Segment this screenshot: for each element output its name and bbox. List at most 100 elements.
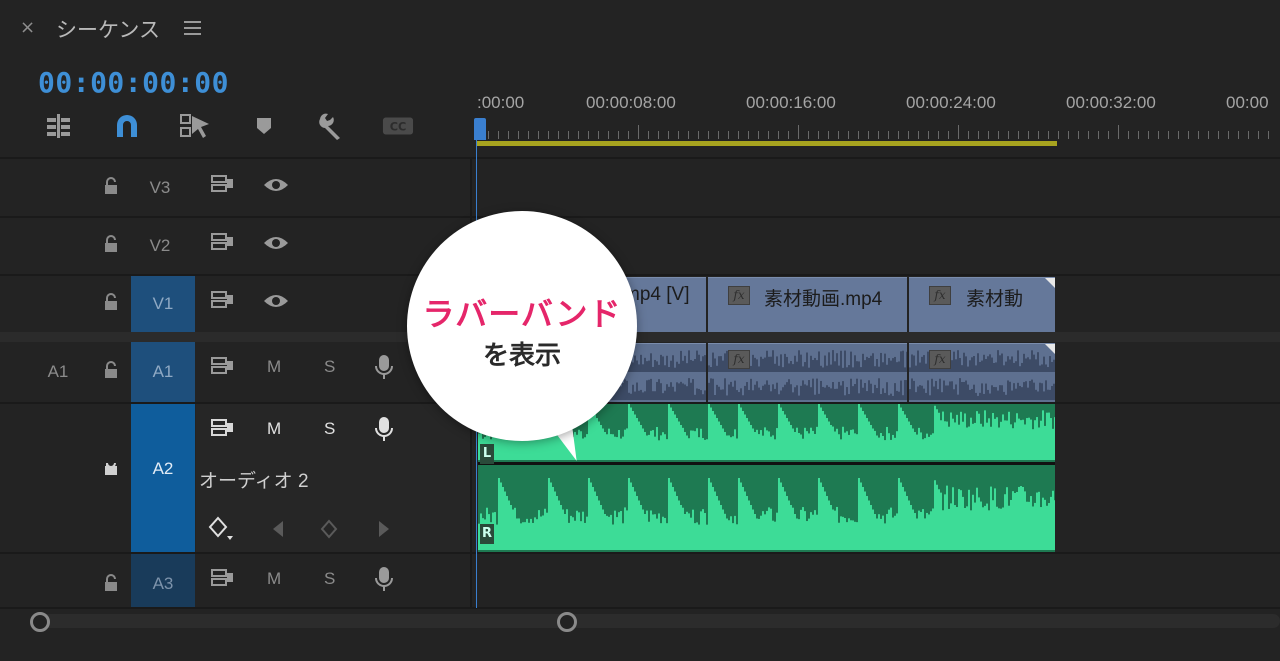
scroll-handle-right[interactable] <box>557 612 577 632</box>
waveform-bar <box>878 437 880 460</box>
waveform-bar <box>858 404 860 460</box>
ruler-tick <box>548 131 549 139</box>
waveform-bar <box>1041 383 1043 400</box>
playhead-timecode[interactable]: 00:00:00:00 <box>38 66 229 99</box>
track-name-a2[interactable]: オーディオ 2 <box>199 466 309 493</box>
solo-button[interactable]: S <box>324 357 335 377</box>
waveform-bar <box>915 365 917 372</box>
insert-sequence-icon[interactable] <box>43 110 75 142</box>
waveform-bar <box>792 364 794 372</box>
lock-icon[interactable] <box>102 574 120 592</box>
lock-icon[interactable] <box>102 235 120 253</box>
waveform-bar <box>768 356 770 372</box>
waveform-bar <box>862 387 864 400</box>
waveform-bar <box>947 385 949 400</box>
mute-button[interactable]: M <box>267 357 281 377</box>
waveform-bar <box>796 427 798 460</box>
captions-icon[interactable]: CC <box>382 110 414 142</box>
sync-lock-icon[interactable] <box>210 418 236 438</box>
waveform-bar <box>896 390 898 400</box>
waveform-bar <box>1009 381 1011 400</box>
track-label-a1[interactable]: A1 <box>131 362 195 382</box>
waveform-bar <box>878 366 880 372</box>
waveform-bar <box>820 482 822 550</box>
ruler-tick <box>978 131 979 139</box>
waveform-bar <box>664 390 666 400</box>
microphone-icon[interactable] <box>374 354 394 382</box>
ruler-tick <box>758 131 759 139</box>
lock-icon[interactable] <box>102 177 120 195</box>
waveform-bar <box>916 518 918 550</box>
lock-icon[interactable] <box>102 361 120 379</box>
next-keyframe-icon[interactable] <box>376 519 392 539</box>
snap-magnet-icon[interactable] <box>111 110 143 142</box>
waveform-bar <box>909 389 911 400</box>
video-clip[interactable]: fx 素材動 <box>909 277 1055 332</box>
waveform-bar <box>726 518 728 550</box>
sync-lock-icon[interactable] <box>210 356 236 376</box>
waveform-bar <box>628 392 630 400</box>
audio-clip[interactable]: fx <box>708 343 907 402</box>
waveform-bar <box>1054 500 1055 550</box>
svg-text:CC: CC <box>390 121 407 134</box>
waveform-bar <box>612 434 614 460</box>
track-label-v2[interactable]: V2 <box>128 236 192 256</box>
close-panel-button[interactable]: × <box>20 17 35 38</box>
sync-lock-icon[interactable] <box>210 174 236 194</box>
linked-selection-icon[interactable] <box>179 110 211 142</box>
eye-icon[interactable] <box>262 234 290 252</box>
mute-button[interactable]: M <box>267 419 281 439</box>
source-patch-a1[interactable]: A1 <box>26 362 90 382</box>
waveform-bar <box>1046 505 1048 550</box>
mute-button[interactable]: M <box>267 569 281 589</box>
waveform-bar <box>706 439 708 460</box>
track-label-a2[interactable]: A2 <box>131 459 195 479</box>
waveform-bar <box>640 354 642 372</box>
waveform-bar <box>800 509 802 550</box>
waveform-bar <box>756 518 758 550</box>
waveform-bar <box>692 509 694 550</box>
waveform-bar <box>894 356 896 372</box>
eye-icon[interactable] <box>262 176 290 194</box>
waveform-bar <box>782 367 784 372</box>
waveform-bar <box>772 384 774 400</box>
playhead-handle[interactable] <box>474 118 486 140</box>
waveform-bar <box>656 518 658 550</box>
track-label-v1[interactable]: V1 <box>131 294 195 314</box>
track-label-v3[interactable]: V3 <box>128 178 192 198</box>
keyframe-menu-icon[interactable] <box>208 516 236 542</box>
sync-lock-icon[interactable] <box>210 290 236 310</box>
waveform-bar <box>934 405 936 460</box>
waveform-bar <box>977 353 979 372</box>
horizontal-scrollbar[interactable] <box>38 614 1280 628</box>
sync-lock-icon[interactable] <box>210 568 236 588</box>
microphone-icon[interactable] <box>374 566 394 594</box>
add-marker-icon[interactable] <box>248 110 280 142</box>
solo-button[interactable]: S <box>324 569 335 589</box>
eye-icon[interactable] <box>262 292 290 310</box>
waveform-bar <box>1043 356 1045 372</box>
microphone-icon[interactable] <box>374 416 394 444</box>
waveform-bar <box>972 494 974 550</box>
hamburger-menu-icon[interactable] <box>184 21 201 39</box>
wrench-settings-icon[interactable] <box>314 110 346 142</box>
waveform-bar <box>953 389 955 400</box>
waveform-bar <box>796 518 798 550</box>
waveform-bar <box>586 516 588 550</box>
lock-icon[interactable] <box>102 458 120 476</box>
lock-icon[interactable] <box>102 293 120 311</box>
track-label-a3[interactable]: A3 <box>131 574 195 594</box>
add-keyframe-icon[interactable] <box>320 519 338 539</box>
video-clip[interactable]: fx 素材動画.mp4 <box>708 277 907 332</box>
waveform-bar <box>950 412 952 460</box>
sync-lock-icon[interactable] <box>210 232 236 252</box>
waveform-bar <box>874 384 876 400</box>
audio-clip[interactable]: fx <box>909 343 1055 402</box>
work-area-bar[interactable] <box>477 141 1057 146</box>
scroll-handle-left[interactable] <box>30 612 50 632</box>
waveform-bar <box>780 354 782 372</box>
waveform-bar <box>656 427 658 460</box>
previous-keyframe-icon[interactable] <box>270 519 286 539</box>
waveform-bar <box>610 434 612 460</box>
solo-button[interactable]: S <box>324 419 335 439</box>
